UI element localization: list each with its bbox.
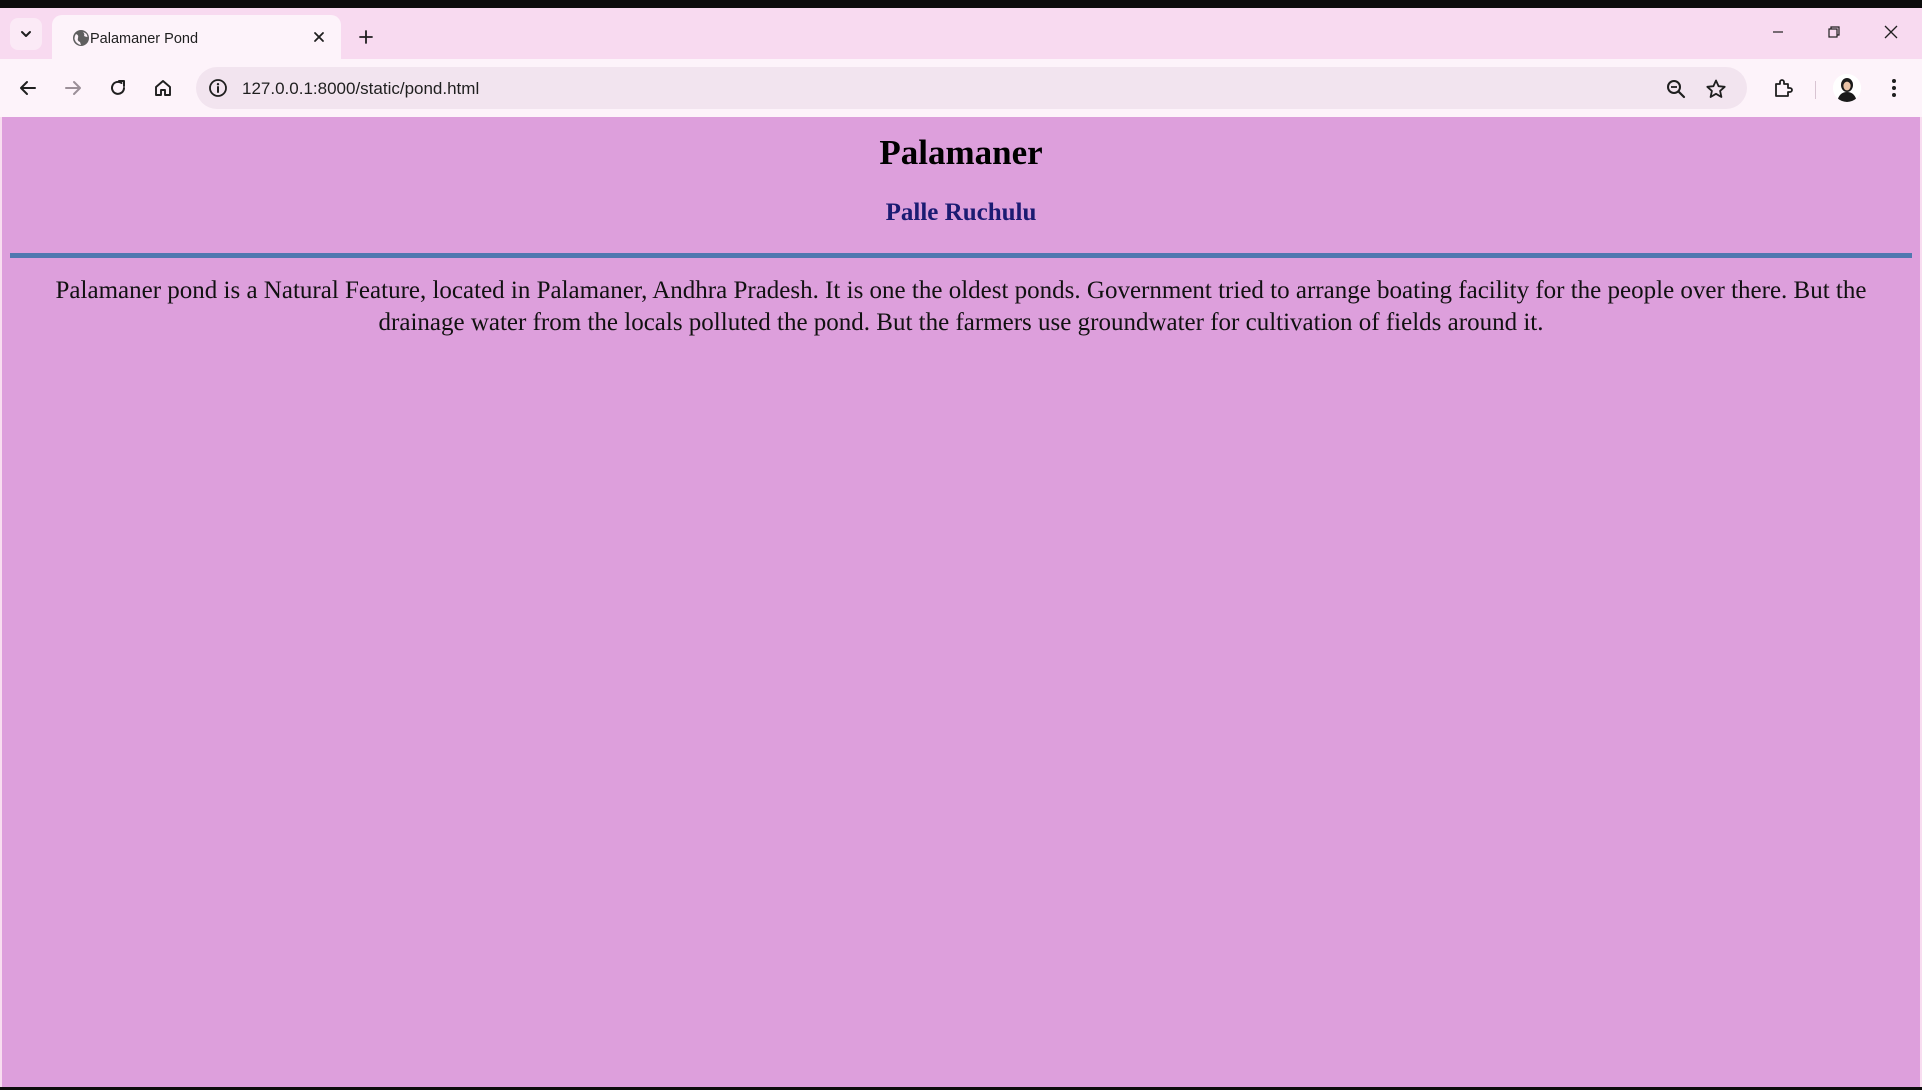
bookmark-button[interactable] xyxy=(1703,76,1729,102)
extensions-button[interactable] xyxy=(1766,71,1800,105)
minimize-button[interactable] xyxy=(1763,20,1793,44)
profile-icon xyxy=(1833,74,1861,102)
more-menu-button[interactable] xyxy=(1877,71,1911,105)
toolbar-separator xyxy=(1815,81,1816,99)
tab-close-button[interactable] xyxy=(309,27,329,47)
zoom-button[interactable] xyxy=(1663,76,1689,102)
minimize-icon xyxy=(1773,31,1783,33)
close-icon xyxy=(1884,25,1898,39)
horizontal-rule xyxy=(10,253,1912,258)
home-icon xyxy=(155,80,171,96)
window-close-button[interactable] xyxy=(1876,20,1906,44)
tab-strip: Palamaner Pond xyxy=(0,8,1922,59)
info-icon xyxy=(209,79,227,97)
restore-icon xyxy=(1828,26,1840,38)
profile-avatar[interactable] xyxy=(1833,74,1861,102)
browser-window: Palamaner Pond 127.0.0.1:8000/static/pon… xyxy=(0,8,1922,1090)
tab-search-button[interactable] xyxy=(10,18,42,50)
bookmark-star-icon xyxy=(1706,79,1726,98)
chevron-down-icon xyxy=(21,31,31,37)
zoom-icon xyxy=(1667,80,1686,99)
more-menu-icon xyxy=(1892,79,1896,97)
page-subtitle: Palle Ruchulu xyxy=(885,199,1037,226)
site-info-button[interactable] xyxy=(206,76,230,100)
extensions-icon xyxy=(1775,79,1793,97)
close-icon xyxy=(314,32,324,42)
page-viewport: Palamaner Palle Ruchulu Palamaner pond i… xyxy=(2,117,1920,1087)
tab-title: Palamaner Pond xyxy=(90,31,199,47)
tab-active[interactable]: Palamaner Pond xyxy=(52,15,341,59)
restore-button[interactable] xyxy=(1819,20,1849,44)
forward-button[interactable] xyxy=(56,71,90,105)
home-button[interactable] xyxy=(146,71,180,105)
reload-button[interactable] xyxy=(101,71,135,105)
back-icon xyxy=(20,81,36,95)
page-paragraph: Palamaner pond is a Natural Feature, loc… xyxy=(55,277,1867,336)
reload-icon xyxy=(111,80,125,95)
address-bar[interactable]: 127.0.0.1:8000/static/pond.html xyxy=(196,67,1747,109)
address-url[interactable]: 127.0.0.1:8000/static/pond.html xyxy=(242,79,479,99)
plus-icon xyxy=(359,30,373,44)
page-title: Palamaner xyxy=(879,133,1043,172)
new-tab-button[interactable] xyxy=(352,23,380,51)
forward-icon xyxy=(65,81,81,95)
browser-toolbar: 127.0.0.1:8000/static/pond.html xyxy=(0,59,1922,117)
back-button[interactable] xyxy=(11,71,45,105)
globe-icon xyxy=(73,30,89,46)
